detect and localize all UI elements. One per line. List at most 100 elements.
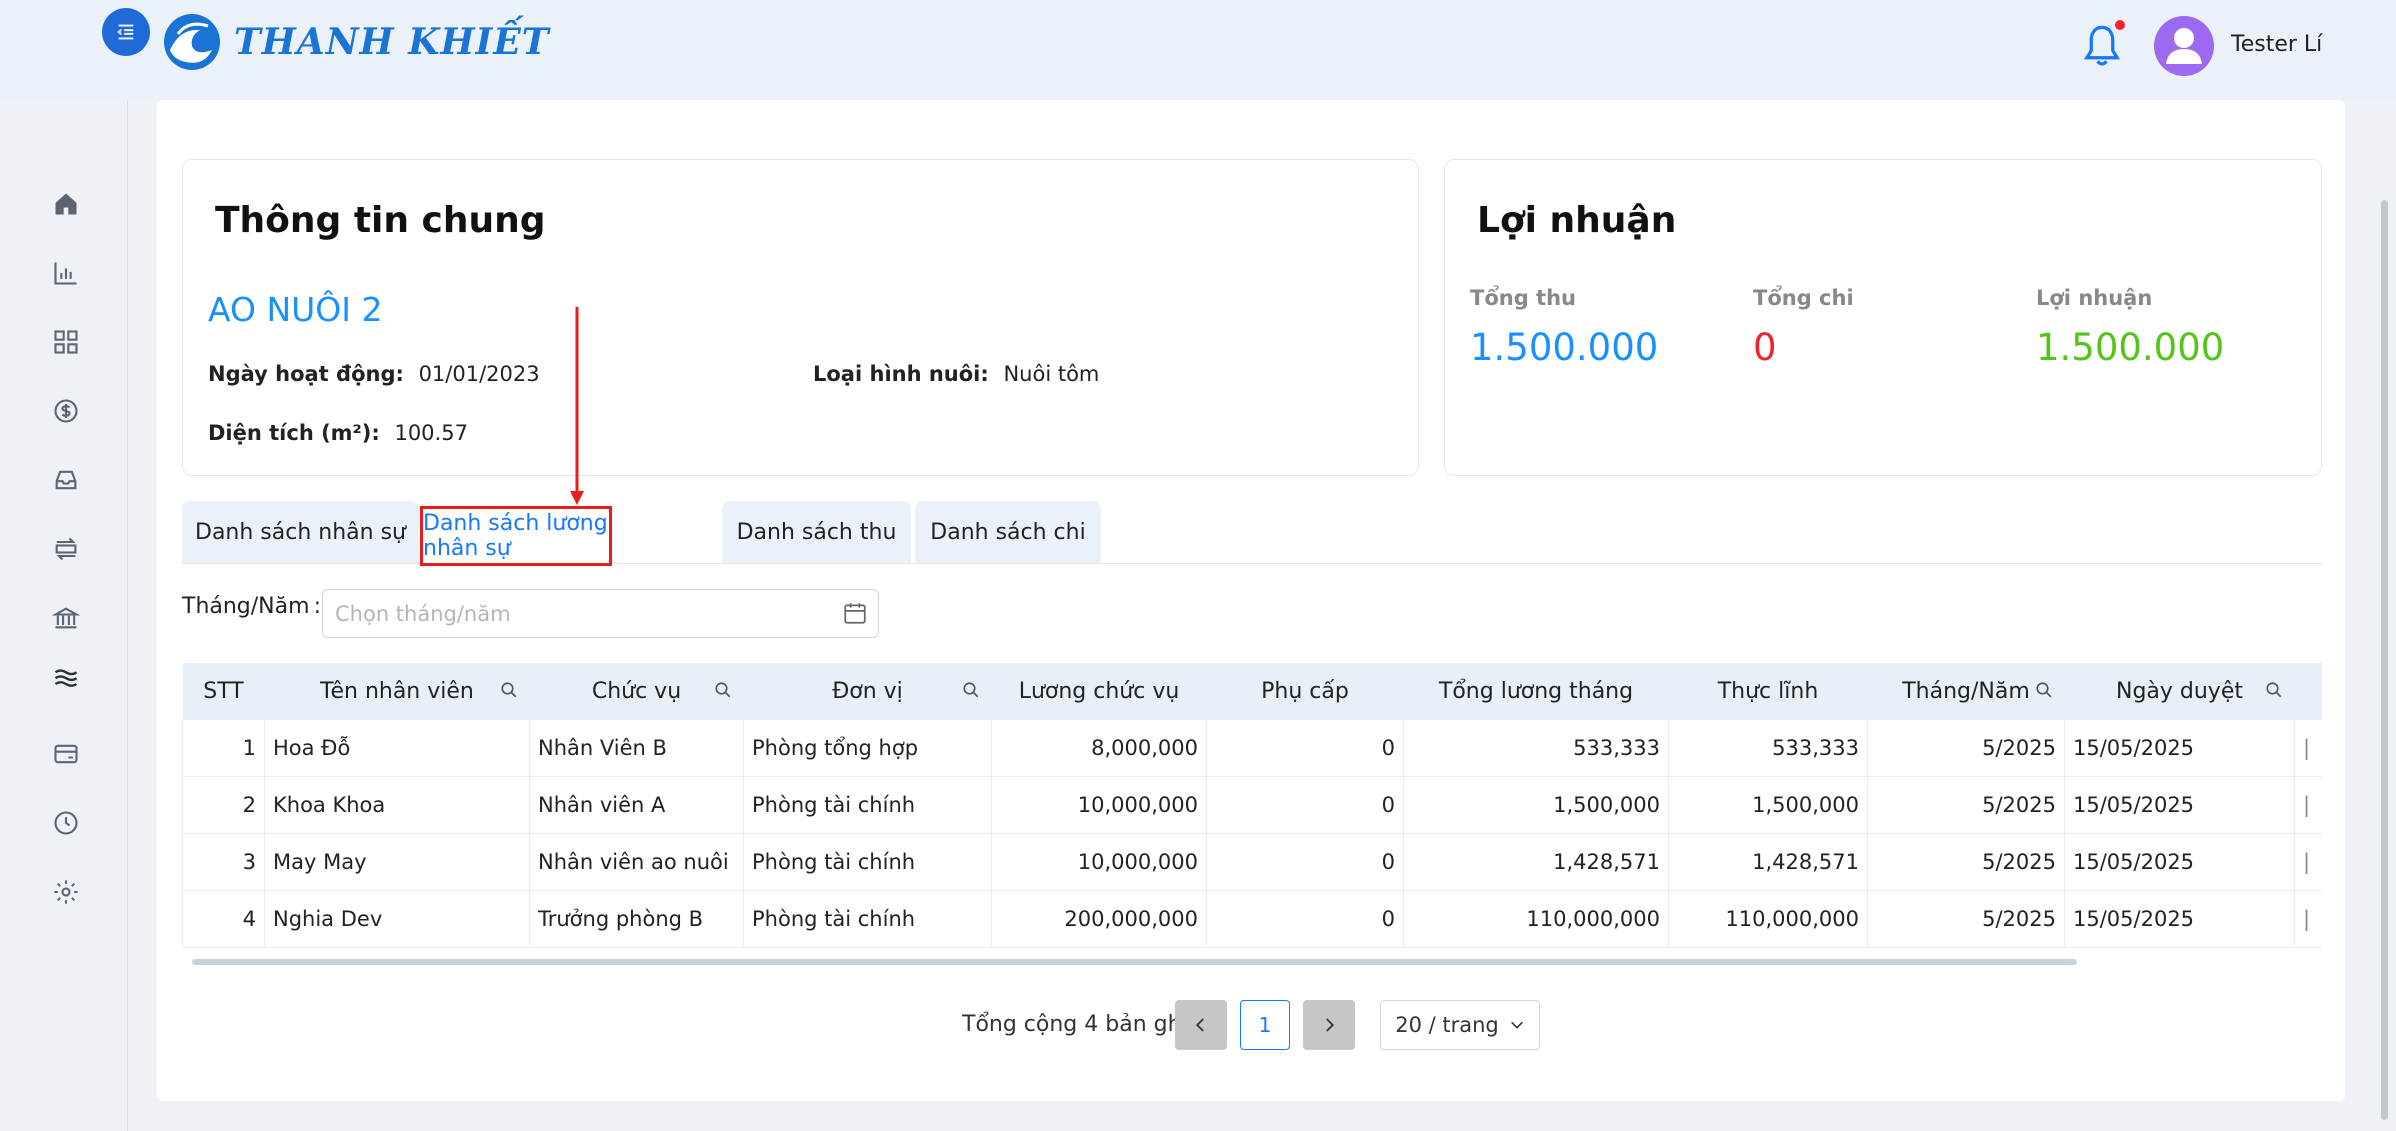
month-year-filter-label: Tháng/Năm: [182, 594, 321, 619]
search-icon[interactable] [2265, 681, 2283, 699]
cell-month: 5/2025 [1867, 833, 2065, 891]
tab-expense-list[interactable]: Danh sách chi [915, 501, 1101, 563]
calendar-icon[interactable] [842, 600, 868, 626]
cell-allowance: 0 [1206, 833, 1404, 891]
col-unit: Đơn vị [743, 663, 992, 720]
page-vertical-scrollbar[interactable] [2381, 200, 2388, 1120]
transfer-icon[interactable] [48, 531, 84, 567]
cell-month: 5/2025 [1867, 776, 2065, 834]
user-icon [2166, 28, 2202, 64]
user-name[interactable]: Tester Lí [2231, 32, 2322, 57]
profit-value: 1.500.000 [2036, 326, 2225, 369]
salary-table: STT Tên nhân viên Chức vụ Đơn vị Lương c… [182, 663, 2322, 973]
search-icon[interactable] [962, 681, 980, 699]
chevron-left-icon [1195, 1018, 1204, 1032]
home-icon[interactable] [48, 186, 84, 222]
waves-icon[interactable] [48, 659, 84, 695]
col-stt: STT [182, 663, 265, 720]
cell-approved: 15/05/2025 [2064, 776, 2295, 834]
clock-icon[interactable] [48, 805, 84, 841]
cell-unit: Phòng tài chính [743, 776, 992, 834]
table-row[interactable]: 2 Khoa Khoa Nhân viên A Phòng tài chính 10,0… [182, 776, 2322, 834]
farming-type-value: Nuôi tôm [1003, 362, 1100, 386]
cell-stt: 4 [182, 890, 265, 948]
table-row[interactable]: 4 Nghia Dev Trưởng phòng B Phòng tài chính 2… [182, 890, 2322, 948]
cell-overflow: | [2294, 833, 2322, 891]
cell-name: May May [264, 833, 530, 891]
table-row[interactable]: 3 May May Nhân viên ao nuôi Phòng tài chính… [182, 833, 2322, 891]
cell-approved: 15/05/2025 [2064, 833, 2295, 891]
chevron-down-icon [1510, 1021, 1523, 1029]
col-month-label: Tháng/Năm [1902, 679, 2030, 704]
col-approved-label: Ngày duyệt [2115, 679, 2243, 704]
cell-allowance: 0 [1206, 720, 1404, 777]
col-allowance-label: Phụ cấp [1261, 679, 1349, 704]
table-horizontal-scrollbar[interactable] [192, 959, 2077, 965]
expense-label: Tổng chi [1753, 286, 1854, 310]
income-value: 1.500.000 [1470, 326, 1659, 369]
cell-salary: 8,000,000 [991, 720, 1207, 777]
col-stt-label: STT [203, 679, 244, 704]
area-value: 100.57 [394, 421, 468, 445]
tab-staff-list[interactable]: Danh sách nhân sự [182, 501, 419, 563]
search-icon[interactable] [2035, 681, 2053, 699]
col-unit-label: Đơn vị [832, 679, 903, 704]
next-page-button[interactable] [1303, 1000, 1355, 1050]
settings-icon[interactable] [48, 874, 84, 910]
cell-overflow: | [2294, 890, 2322, 948]
cell-overflow: | [2294, 720, 2322, 777]
col-overflow [2294, 663, 2322, 720]
pond-name: AO NUÔI 2 [208, 290, 383, 329]
cell-overflow: | [2294, 776, 2322, 834]
page-size-value: 20 / trang [1395, 1013, 1499, 1037]
menu-fold-icon [117, 24, 134, 40]
tab-income-list[interactable]: Danh sách thu [722, 501, 911, 563]
page-1-button[interactable]: 1 [1240, 1000, 1290, 1050]
annotation-arrow [570, 307, 584, 505]
prev-page-button[interactable] [1175, 1000, 1227, 1050]
grid-icon[interactable] [48, 324, 84, 360]
table-row[interactable]: 1 Hoa Đỗ Nhân Viên B Phòng tổng hợp 8,000,00… [182, 720, 2322, 777]
profit-title: Lợi nhuận [1477, 200, 1677, 241]
income-label: Tổng thu [1470, 286, 1576, 310]
search-icon[interactable] [714, 681, 732, 699]
cell-salary: 10,000,000 [991, 833, 1207, 891]
cell-allowance: 0 [1206, 890, 1404, 948]
cell-name: Khoa Khoa [264, 776, 530, 834]
page-size-select[interactable]: 20 / trang [1380, 1000, 1540, 1050]
col-salary-label: Lương chức vụ [1018, 679, 1180, 704]
col-approved: Ngày duyệt [2064, 663, 2295, 720]
col-total: Tổng lương tháng [1403, 663, 1669, 720]
cell-position: Nhân viên ao nuôi [529, 833, 744, 891]
col-net: Thực lĩnh [1668, 663, 1868, 720]
chart-icon[interactable] [48, 255, 84, 291]
cell-approved: 15/05/2025 [2064, 890, 2295, 948]
search-icon[interactable] [500, 681, 518, 699]
table-header-row: STT Tên nhân viên Chức vụ Đơn vị Lương c… [182, 663, 2322, 720]
cell-salary: 10,000,000 [991, 776, 1207, 834]
tab-bar: Danh sách nhân sự Danh sách lương nhân s… [182, 501, 2322, 566]
tab-staff-salary-list[interactable]: Danh sách lương nhân sự [420, 506, 612, 566]
chevron-right-icon [1326, 1018, 1335, 1032]
month-year-picker[interactable]: Chọn tháng/năm [322, 589, 879, 638]
brand-logo[interactable]: THANH KHIẾT [160, 10, 550, 74]
avatar[interactable] [2154, 16, 2214, 76]
inbox-icon[interactable] [48, 462, 84, 498]
farming-type-field: Loại hình nuôi: Nuôi tôm [813, 362, 1099, 386]
farming-type-label: Loại hình nuôi: [813, 362, 989, 386]
profit-label: Lợi nhuận [2036, 286, 2153, 310]
card-icon[interactable] [48, 736, 84, 772]
month-year-placeholder: Chọn tháng/năm [335, 602, 511, 626]
bank-icon[interactable] [48, 600, 84, 636]
cell-name: Nghia Dev [264, 890, 530, 948]
cell-total: 110,000,000 [1403, 890, 1669, 948]
col-position-label: Chức vụ [591, 679, 682, 704]
menu-toggle-button[interactable] [102, 8, 150, 56]
start-date-label: Ngày hoạt động: [208, 362, 404, 386]
area-label: Diện tích (m²): [208, 421, 380, 445]
col-name: Tên nhân viên [264, 663, 530, 720]
col-position: Chức vụ [529, 663, 744, 720]
dollar-icon[interactable] [48, 393, 84, 429]
cell-position: Nhân viên A [529, 776, 744, 834]
expense-value: 0 [1753, 326, 1777, 369]
